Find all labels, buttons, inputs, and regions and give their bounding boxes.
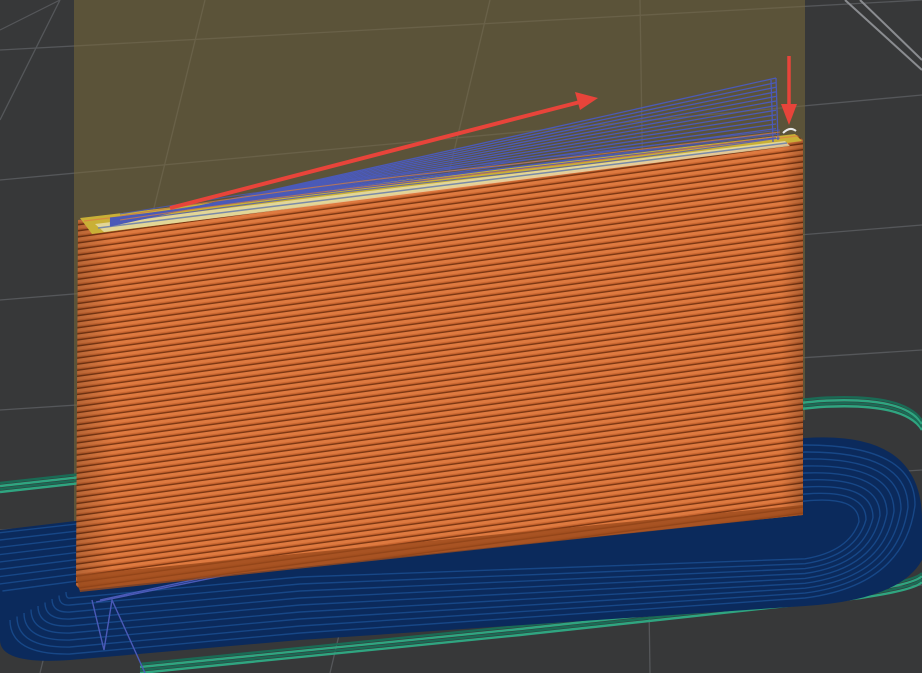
gcode-preview-viewport[interactable]	[0, 0, 922, 673]
3d-scene[interactable]	[0, 0, 922, 673]
